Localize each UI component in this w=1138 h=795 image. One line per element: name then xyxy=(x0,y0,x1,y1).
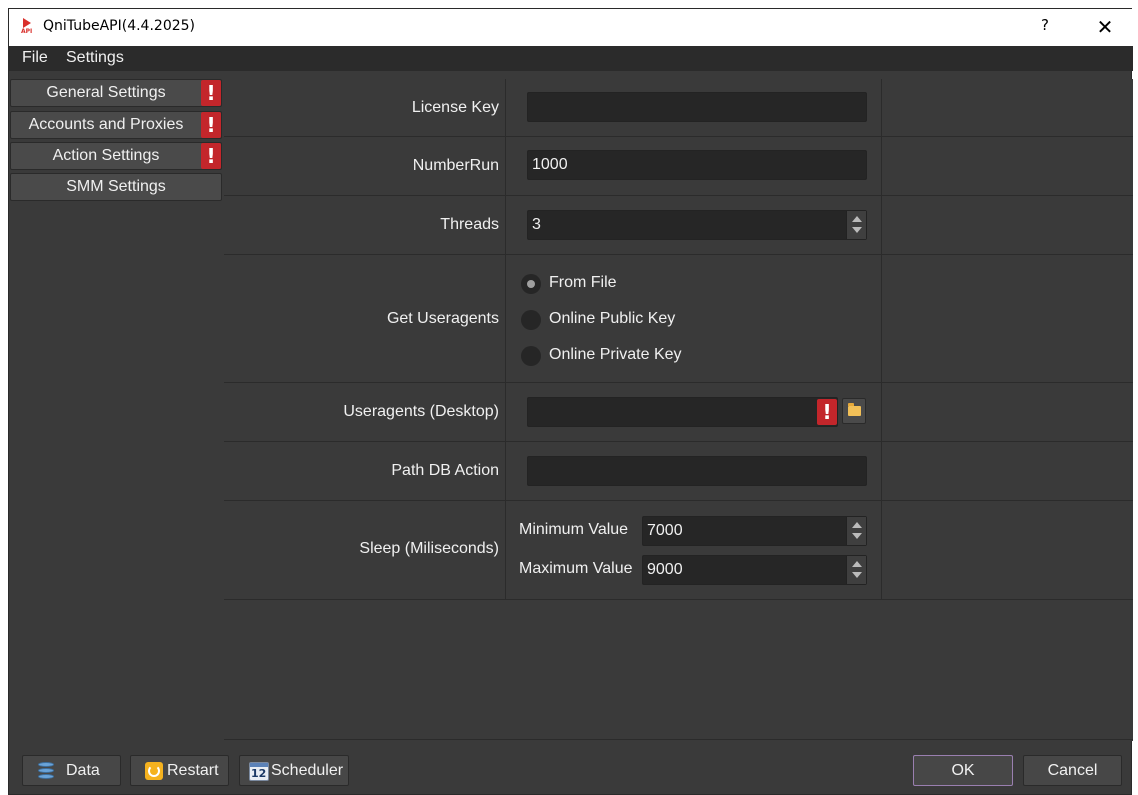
menu-file[interactable]: File xyxy=(22,49,48,67)
app-window: API QniTubeAPI(4.4.2025) ? ✕ File Settin… xyxy=(8,8,1133,795)
license-key-input[interactable] xyxy=(527,92,867,122)
sleep-label: Sleep (Miliseconds) xyxy=(359,540,499,557)
folder-icon xyxy=(848,403,861,416)
radio-online-public-key-label[interactable]: Online Public Key xyxy=(549,310,675,328)
menu-settings[interactable]: Settings xyxy=(66,49,124,67)
close-button[interactable]: ✕ xyxy=(1091,14,1119,40)
warning-icon: ! xyxy=(817,399,837,425)
data-button[interactable]: Data xyxy=(22,755,121,786)
path-db-action-input[interactable] xyxy=(527,456,867,486)
row-path-db-action: Path DB Action xyxy=(224,442,1133,501)
menu-bar: File Settings xyxy=(9,46,1133,71)
warning-icon: ! xyxy=(201,80,221,106)
ok-button[interactable]: OK xyxy=(913,755,1013,786)
number-run-label: NumberRun xyxy=(412,157,499,174)
title-bar: API QniTubeAPI(4.4.2025) ? ✕ xyxy=(9,9,1133,46)
sidebar-item-accounts-and-proxies[interactable]: Accounts and Proxies ! xyxy=(10,111,222,139)
scheduler-button[interactable]: 12 Scheduler xyxy=(239,755,349,786)
maximum-value-spinbox[interactable]: 9000 xyxy=(642,555,867,585)
radio-from-file-label[interactable]: From File xyxy=(549,274,617,292)
row-useragents-desktop: Useragents (Desktop) ! xyxy=(224,383,1133,442)
license-key-label: License Key xyxy=(411,99,499,116)
database-icon xyxy=(38,762,54,780)
restart-icon xyxy=(145,762,163,780)
settings-form: License Key NumberRun 1000 Threads 3 Get… xyxy=(224,79,1133,741)
sidebar-item-label: Accounts and Proxies xyxy=(28,116,184,133)
help-button[interactable]: ? xyxy=(1033,16,1057,38)
calendar-icon: 12 xyxy=(249,762,269,781)
row-threads: Threads 3 xyxy=(224,196,1133,255)
row-number-run: NumberRun 1000 xyxy=(224,137,1133,196)
sidebar-item-general-settings[interactable]: General Settings ! xyxy=(10,79,222,107)
warning-icon: ! xyxy=(201,112,221,138)
sidebar-item-label: Action Settings xyxy=(52,147,160,164)
footer-divider xyxy=(224,739,1133,740)
minimum-value-spinbox[interactable]: 7000 xyxy=(642,516,867,546)
threads-spinbox[interactable]: 3 xyxy=(527,210,867,240)
row-sleep: Sleep (Miliseconds) Minimum Value 7000 M… xyxy=(224,501,1133,600)
sidebar-item-smm-settings[interactable]: SMM Settings xyxy=(10,173,222,201)
radio-online-public-key[interactable] xyxy=(521,310,541,330)
minimum-value: 7000 xyxy=(647,522,683,539)
row-get-useragents: Get Useragents From File Online Public K… xyxy=(224,255,1133,383)
maximum-value-label: Maximum Value xyxy=(519,560,633,577)
useragents-desktop-input[interactable]: ! xyxy=(527,397,838,427)
cancel-button[interactable]: Cancel xyxy=(1023,755,1122,786)
number-run-value: 1000 xyxy=(532,156,568,173)
threads-value: 3 xyxy=(532,216,541,233)
window-title: QniTubeAPI(4.4.2025) xyxy=(43,18,195,34)
radio-online-private-key[interactable] xyxy=(521,346,541,366)
threads-stepper[interactable] xyxy=(846,211,866,239)
threads-label: Threads xyxy=(440,216,499,233)
number-run-input[interactable]: 1000 xyxy=(527,150,867,180)
warning-icon: ! xyxy=(201,143,221,169)
minimum-value-stepper[interactable] xyxy=(846,517,866,545)
sidebar-item-action-settings[interactable]: Action Settings ! xyxy=(10,142,222,170)
maximum-value-stepper[interactable] xyxy=(846,556,866,584)
minimum-value-label: Minimum Value xyxy=(519,521,629,538)
sidebar-item-label: SMM Settings xyxy=(66,178,166,195)
sidebar-item-label: General Settings xyxy=(46,84,166,101)
browse-folder-button[interactable] xyxy=(842,398,866,424)
restart-button[interactable]: Restart xyxy=(130,755,229,786)
radio-online-private-key-label[interactable]: Online Private Key xyxy=(549,346,682,364)
app-logo-icon: API xyxy=(21,18,35,36)
path-db-action-label: Path DB Action xyxy=(391,462,499,479)
useragents-desktop-label: Useragents (Desktop) xyxy=(343,403,499,420)
radio-from-file[interactable] xyxy=(521,274,541,294)
row-license-key: License Key xyxy=(224,79,1133,137)
settings-sidebar: General Settings ! Accounts and Proxies … xyxy=(9,71,223,739)
maximum-value: 9000 xyxy=(647,561,683,578)
get-useragents-label: Get Useragents xyxy=(386,310,499,327)
